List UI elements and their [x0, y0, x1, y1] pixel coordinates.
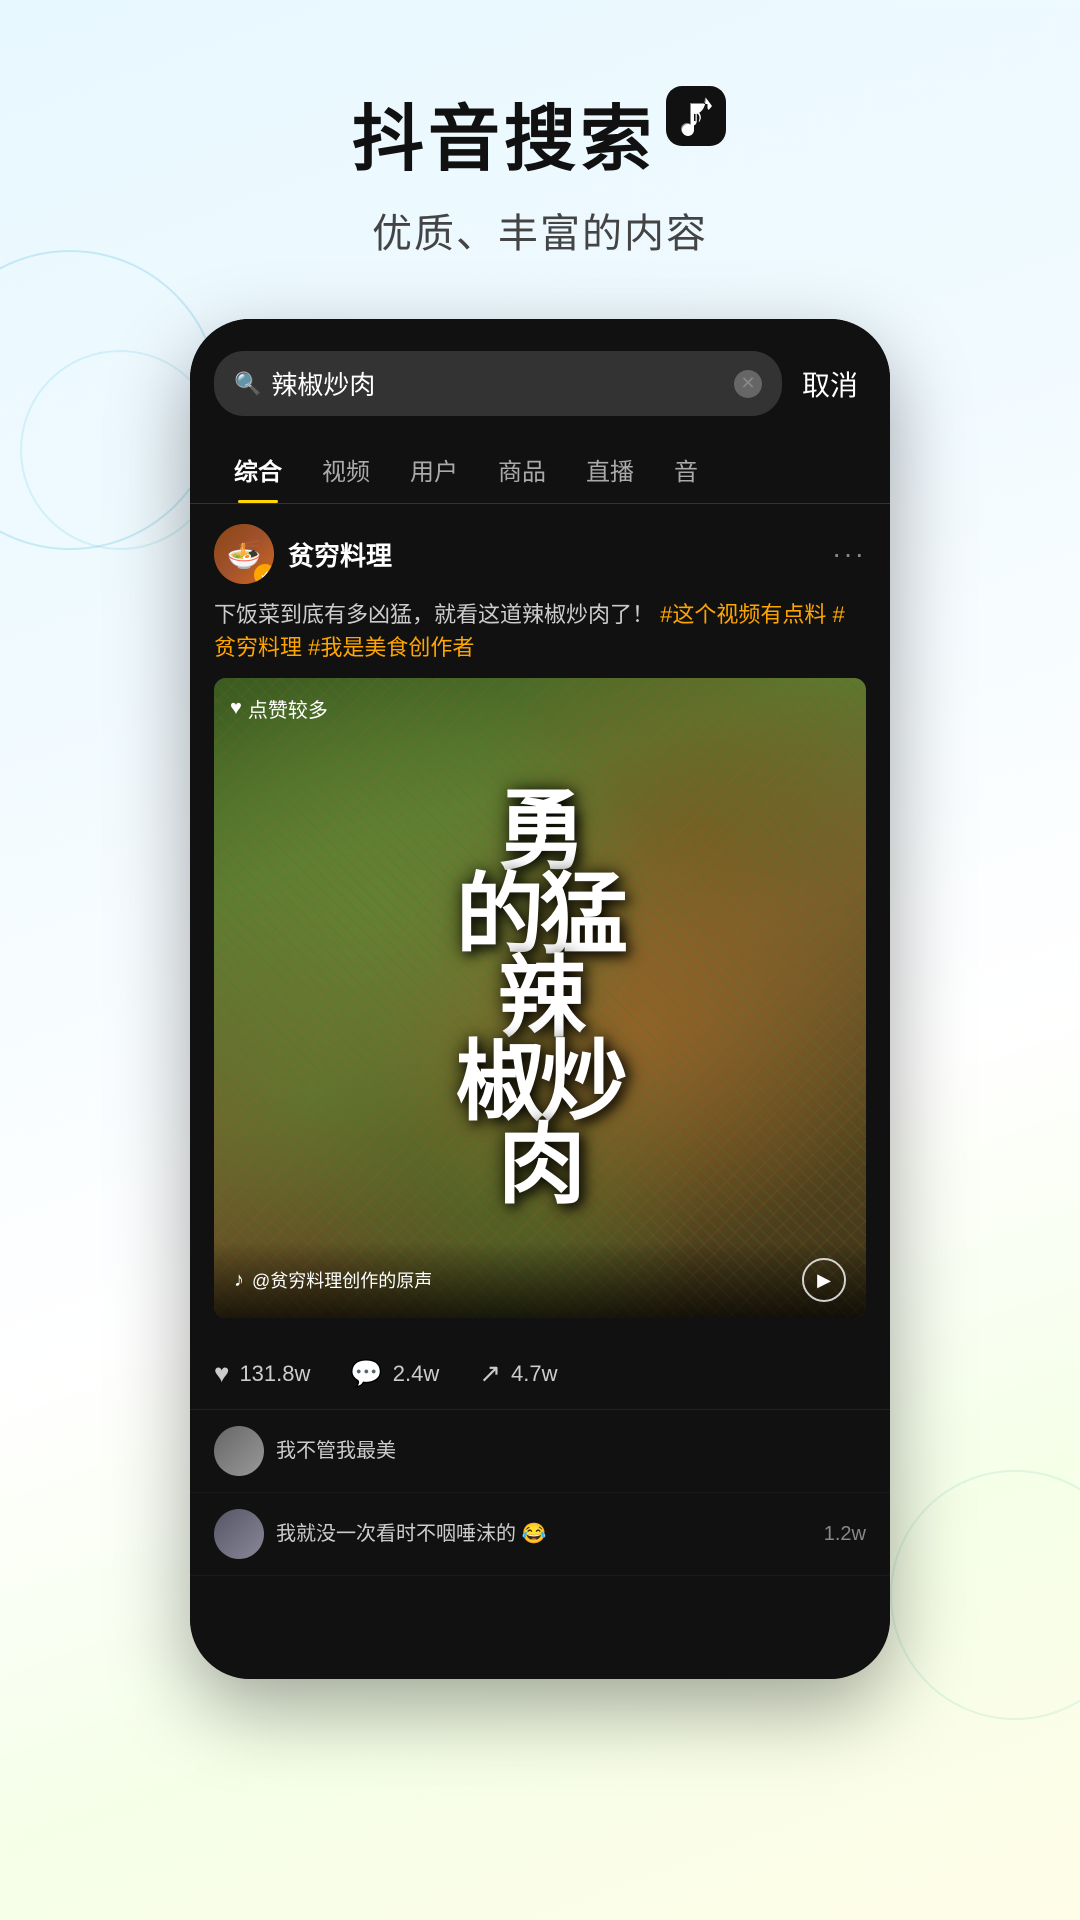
phone-mockup-wrapper: 🔍 辣椒炒肉 ✕ 取消 综合 视频 用户 商品	[0, 319, 1080, 1679]
video-title-line2: 的猛	[456, 873, 624, 957]
comment-text-1: 我不管我最美	[276, 1437, 396, 1465]
search-query-text: 辣椒炒肉	[271, 365, 724, 402]
search-tabs: 综合 视频 用户 商品 直播 音	[190, 436, 890, 504]
post-description: 下饭菜到底有多凶猛，就看这道辣椒炒肉了！ #这个视频有点料 #贫穷料理 #我是美…	[214, 598, 866, 664]
sound-text: @贫穷料理创作的原声	[252, 1267, 432, 1293]
video-title-line4: 椒炒	[456, 1040, 624, 1124]
tab-商品[interactable]: 商品	[478, 436, 566, 503]
heart-icon: ♥	[230, 697, 242, 720]
video-like-badge: ♥ 点赞较多	[230, 694, 328, 723]
search-clear-button[interactable]: ✕	[734, 370, 762, 398]
badge-text: 点赞较多	[248, 694, 328, 723]
verified-badge: ✓	[254, 564, 274, 584]
comment-text-2: 我就没一次看时不咽唾沫的 😂	[276, 1520, 546, 1548]
app-title: 抖音搜索	[352, 80, 656, 185]
play-button[interactable]: ▶	[802, 1258, 846, 1302]
commenter-avatar-2	[214, 1509, 264, 1559]
video-sound-info: ♪ @贫穷料理创作的原声	[234, 1267, 432, 1293]
tab-音[interactable]: 音	[654, 436, 718, 503]
app-header: 抖音搜索 ♪ 优质、丰富的内容	[0, 0, 1080, 299]
post-card: 🍜 ✓ 贫穷料理 ··· 下饭菜到底有多凶猛，就看这道辣椒炒肉了！ #这个视频有…	[190, 504, 890, 1338]
comments-stat[interactable]: 💬 2.4w	[350, 1358, 439, 1389]
video-thumbnail[interactable]: ♥ 点赞较多 勇 的猛 辣 椒炒 肉	[214, 678, 866, 1318]
post-desc-text: 下饭菜到底有多凶猛，就看这道辣椒炒肉了！	[214, 602, 654, 627]
more-options-icon[interactable]: ···	[832, 538, 866, 570]
search-bar: 🔍 辣椒炒肉 ✕ 取消	[190, 319, 890, 436]
comments-count: 2.4w	[393, 1361, 439, 1387]
comment-preview-1: 我不管我最美	[190, 1410, 890, 1493]
comment-count-2: 1.2w	[824, 1523, 866, 1546]
tab-直播[interactable]: 直播	[566, 436, 654, 503]
username-label: 贫穷料理	[288, 536, 392, 573]
video-title-overlay: 勇 的猛 辣 椒炒 肉	[456, 789, 624, 1207]
svg-text:♪: ♪	[688, 97, 704, 133]
comments-icon: 💬	[350, 1358, 382, 1389]
likes-count: 131.8w	[239, 1361, 310, 1387]
search-icon: 🔍	[234, 371, 261, 397]
header-subtitle: 优质、丰富的内容	[0, 201, 1080, 259]
search-input-container[interactable]: 🔍 辣椒炒肉 ✕	[214, 351, 782, 416]
shares-icon: ↗	[479, 1358, 501, 1389]
tab-用户[interactable]: 用户	[390, 436, 478, 503]
likes-icon: ♥	[214, 1358, 229, 1389]
comment-preview-2: 我就没一次看时不咽唾沫的 😂 1.2w	[190, 1493, 890, 1576]
user-avatar: 🍜 ✓	[214, 524, 274, 584]
tiktok-small-icon: ♪	[234, 1269, 244, 1292]
post-user-info[interactable]: 🍜 ✓ 贫穷料理	[214, 524, 392, 584]
phone-mockup: 🔍 辣椒炒肉 ✕ 取消 综合 视频 用户 商品	[190, 319, 890, 1679]
phone-screen: 🔍 辣椒炒肉 ✕ 取消 综合 视频 用户 商品	[190, 319, 890, 1679]
video-bottom-bar: ♪ @贫穷料理创作的原声 ▶	[214, 1242, 866, 1318]
shares-count: 4.7w	[511, 1361, 557, 1387]
video-title-line3: 辣	[456, 956, 624, 1040]
video-title-line1: 勇	[456, 789, 624, 873]
video-title-line5: 肉	[456, 1123, 624, 1207]
tiktok-logo-icon: ♪	[664, 84, 728, 161]
likes-stat[interactable]: ♥ 131.8w	[214, 1358, 310, 1389]
shares-stat[interactable]: ↗ 4.7w	[479, 1358, 557, 1389]
tab-视频[interactable]: 视频	[302, 436, 390, 503]
tab-综合[interactable]: 综合	[214, 436, 302, 503]
hashtag-3[interactable]: #我是美食创作者	[308, 635, 474, 660]
hashtag-1[interactable]: #这个视频有点料	[660, 602, 826, 627]
header-title-row: 抖音搜索 ♪	[0, 80, 1080, 185]
post-stats-row: ♥ 131.8w 💬 2.4w ↗ 4.7w	[190, 1338, 890, 1410]
search-cancel-button[interactable]: 取消	[794, 364, 866, 404]
post-header: 🍜 ✓ 贫穷料理 ···	[214, 524, 866, 584]
commenter-avatar-1	[214, 1426, 264, 1476]
